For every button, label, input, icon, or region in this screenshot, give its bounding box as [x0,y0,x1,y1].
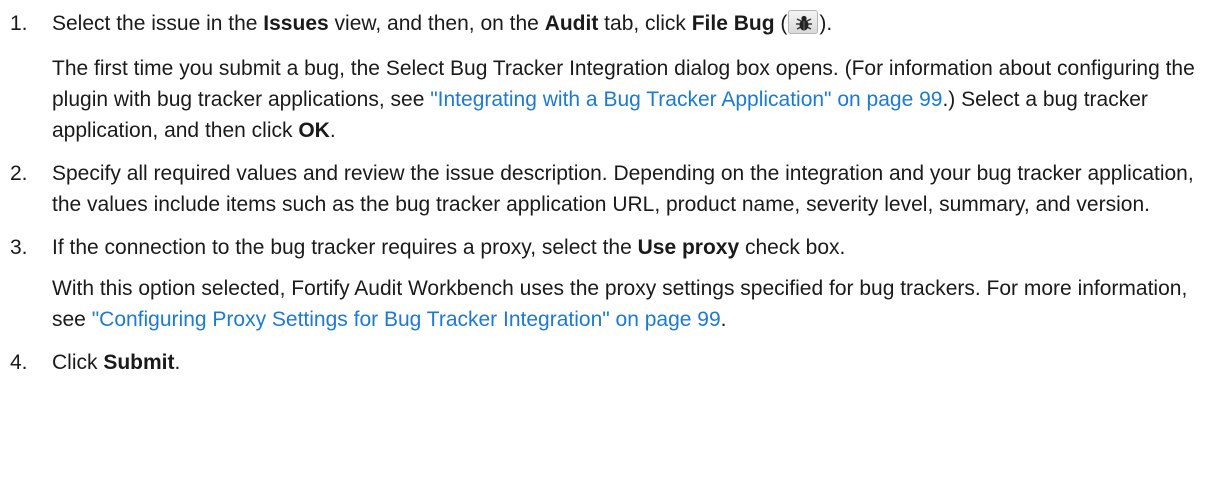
step-1: 1. Select the issue in the Issues view, … [10,8,1197,146]
step-text: . [720,308,727,331]
configuring-proxy-settings-link[interactable]: "Configuring Proxy Settings for Bug Trac… [92,308,721,331]
audit-tab-term: Audit [544,12,599,35]
bug-icon-glyph [796,15,813,31]
step-text: tab, click [598,12,692,35]
document-body: 1. Select the issue in the Issues view, … [0,0,1217,378]
step-text: Select the issue in the [52,12,264,35]
step-4: 4. Click Submit. [10,347,1197,378]
step-text: ). [819,12,833,35]
step-number: 3. [10,236,28,259]
ok-term: OK [298,119,330,142]
issues-view-term: Issues [263,12,329,35]
step-3-instruction: If the connection to the bug tracker req… [52,232,1197,263]
step-1-note: The first time you submit a bug, the Sel… [52,53,1197,146]
step-text: . [174,351,181,374]
step-text: view, and then, on the [328,12,545,35]
step-2: 2. Specify all required values and revie… [10,158,1197,220]
step-number: 2. [10,162,28,185]
bug-icon [788,10,819,34]
step-1-instruction: Select the issue in the Issues view, and… [52,8,1197,43]
use-proxy-term: Use proxy [637,236,740,259]
step-3-note: With this option selected, Fortify Audit… [52,273,1197,335]
step-text: If the connection to the bug tracker req… [52,236,638,259]
step-2-instruction: Specify all required values and review t… [52,162,1194,216]
step-text: ( [774,12,788,35]
file-bug-term: File Bug [691,12,775,35]
step-text: Click [52,351,104,374]
step-3: 3. If the connection to the bug tracker … [10,232,1197,335]
step-4-instruction: Click Submit. [52,347,1197,378]
step-number: 1. [10,12,28,35]
step-text: . [329,119,336,142]
submit-term: Submit [103,351,175,374]
step-text: check box. [739,236,846,259]
integrating-bug-tracker-link[interactable]: "Integrating with a Bug Tracker Applicat… [430,88,942,111]
step-number: 4. [10,351,28,374]
procedure-steps: 1. Select the issue in the Issues view, … [10,8,1197,378]
